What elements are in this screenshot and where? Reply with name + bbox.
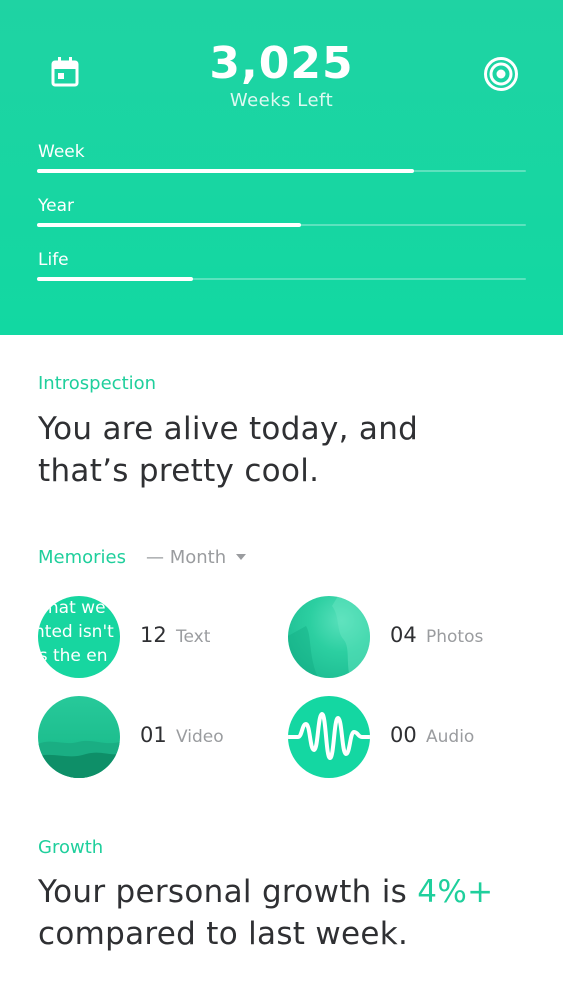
memory-text-label: Text bbox=[176, 627, 211, 647]
memory-photos[interactable]: 04 Photos bbox=[288, 596, 528, 680]
growth-line-1: Your personal growth is 4%+ bbox=[38, 871, 538, 913]
video-thumbnail bbox=[38, 696, 120, 778]
progress-week: Week bbox=[37, 142, 526, 173]
memory-text[interactable]: what we nted isn't is the en 12 Text bbox=[38, 596, 278, 680]
photo-thumbnail bbox=[288, 596, 370, 678]
header: 3,025 Weeks Left Week Year Life bbox=[0, 0, 563, 335]
progress-year-fill bbox=[37, 223, 302, 227]
text-preview-line: is the en bbox=[38, 646, 108, 666]
month-filter-label: — Month bbox=[146, 547, 227, 568]
introspection-title: Introspection bbox=[38, 373, 157, 394]
month-filter-dropdown[interactable]: — Month bbox=[146, 547, 247, 568]
memory-audio[interactable]: 00 Audio bbox=[288, 696, 528, 780]
photo-texture bbox=[288, 596, 370, 678]
introspection-line-1: You are alive today, and bbox=[38, 411, 419, 447]
waveform-icon bbox=[288, 712, 370, 760]
progress-year-track bbox=[37, 223, 526, 227]
weeks-left-label: Weeks Left bbox=[229, 90, 334, 111]
weeks-left-count: 3,025 bbox=[209, 38, 354, 89]
memory-video-count: 01 bbox=[140, 723, 167, 747]
growth-value: 4%+ bbox=[417, 874, 494, 910]
progress-week-label: Week bbox=[38, 142, 85, 162]
memory-video-label: Video bbox=[176, 727, 224, 747]
introspection-line-2: that’s pretty cool. bbox=[38, 453, 320, 489]
growth-line-2: compared to last week. bbox=[38, 916, 409, 952]
growth-title: Growth bbox=[38, 837, 104, 858]
progress-life-label: Life bbox=[38, 250, 69, 270]
progress-week-track bbox=[37, 169, 526, 173]
growth-line-1-prefix: Your personal growth is bbox=[38, 874, 418, 910]
memory-audio-label: Audio bbox=[426, 727, 475, 747]
introspection-text: You are alive today, and that’s pretty c… bbox=[38, 408, 538, 492]
chevron-down-icon bbox=[236, 554, 247, 560]
text-preview-thumbnail: what we nted isn't is the en bbox=[38, 596, 120, 678]
memory-photos-label: Photos bbox=[426, 627, 484, 647]
memory-text-count: 12 bbox=[140, 623, 167, 647]
target-icon[interactable] bbox=[483, 56, 519, 92]
progress-life: Life bbox=[37, 250, 526, 281]
text-preview-line: nted isn't bbox=[38, 622, 114, 642]
memory-photos-count: 04 bbox=[390, 623, 417, 647]
memory-video[interactable]: 01 Video bbox=[38, 696, 278, 780]
progress-life-fill bbox=[37, 277, 194, 281]
memory-audio-count: 00 bbox=[390, 723, 417, 747]
progress-year-label: Year bbox=[38, 196, 74, 216]
progress-year: Year bbox=[37, 196, 526, 227]
progress-life-track bbox=[37, 277, 526, 281]
memories-title: Memories bbox=[38, 547, 127, 568]
text-preview-line: what we bbox=[38, 598, 106, 618]
growth-text: Your personal growth is 4%+ compared to … bbox=[38, 871, 538, 955]
audio-thumbnail bbox=[288, 696, 370, 778]
progress-week-fill bbox=[37, 169, 414, 173]
landscape-texture bbox=[38, 740, 120, 778]
